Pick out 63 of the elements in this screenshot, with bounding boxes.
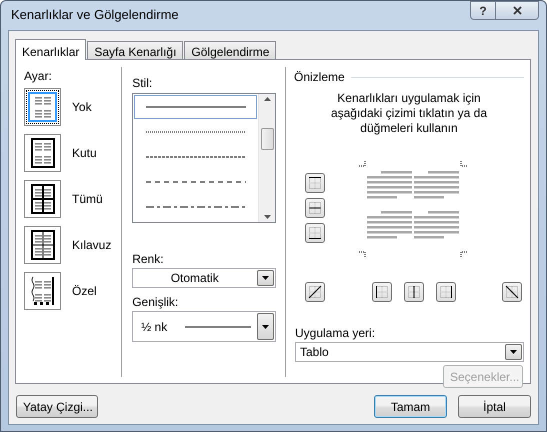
close-button[interactable]: [496, 1, 539, 20]
setting-name[interactable]: Yok: [72, 100, 92, 114]
setting-button[interactable]: [24, 88, 61, 126]
line-sample: [185, 326, 252, 328]
caret-icon: [262, 276, 270, 280]
custom-border-icon: [30, 276, 54, 306]
diagonal-down-border-icon: [505, 285, 519, 299]
window-title: Kenarlıklar ve Gölgelendirme: [11, 7, 179, 22]
setting-name[interactable]: Kılavuz: [72, 238, 112, 252]
setting-button[interactable]: [24, 272, 61, 310]
horizontal-line-button[interactable]: Yatay Çizgi...: [16, 395, 98, 418]
left-border-icon: [374, 285, 388, 299]
instruction-text: Kenarlıkları uygulamak için aşağıdaki çizimi tıklatın ya da düğmeleri kullanın: [330, 91, 488, 136]
box-border-icon: [30, 138, 54, 168]
border-button[interactable]: [436, 282, 456, 302]
color-value: Otomatik: [170, 271, 220, 285]
grid-border-icon: [30, 230, 54, 260]
setting-label: Ayar:: [24, 69, 53, 83]
width-value: ½ nk: [141, 320, 168, 334]
line-style-list[interactable]: [132, 93, 276, 223]
dropdown-field[interactable]: Otomatik: [132, 268, 276, 288]
help-button[interactable]: ?: [470, 1, 496, 20]
border-button[interactable]: [502, 282, 522, 302]
arrow-down-icon[interactable]: [264, 215, 271, 219]
arrow-up-icon[interactable]: [264, 97, 271, 101]
style-label: Stil:: [132, 76, 154, 90]
caret-icon: [262, 324, 270, 328]
border-button[interactable]: [305, 173, 325, 193]
border-button[interactable]: [305, 198, 325, 218]
dropdown-field[interactable]: Tablo: [295, 342, 524, 362]
setting-name[interactable]: Özel: [72, 284, 97, 298]
diagonal-up-border-icon: [308, 285, 322, 299]
preview-title: Önizleme: [294, 70, 345, 84]
width-label: Genişlik:: [132, 295, 180, 309]
inside-vertical-border-icon: [406, 285, 420, 299]
right-border-icon: [438, 285, 452, 299]
setting-button[interactable]: [24, 226, 61, 264]
scroll-thumb[interactable]: [260, 128, 274, 150]
setting-name[interactable]: Kutu: [72, 146, 97, 160]
border-button[interactable]: [404, 282, 424, 302]
bottom-border-icon: [308, 226, 322, 240]
line-style-item[interactable]: [134, 95, 258, 119]
color-label: Renk:: [132, 252, 165, 266]
close-icon: [512, 6, 522, 15]
border-button[interactable]: [305, 282, 325, 302]
tab[interactable]: Kenarlıklar: [15, 39, 86, 60]
setting-button[interactable]: [24, 134, 61, 172]
apply-to-value: Tablo: [300, 345, 329, 359]
dropdown-field[interactable]: ½ nk: [132, 311, 276, 342]
tab[interactable]: Sayfa Kenarlığı: [87, 41, 184, 59]
tab[interactable]: Gölgelendirme: [184, 41, 276, 59]
border-button[interactable]: [372, 282, 392, 302]
inside-horizontal-border-icon: [308, 201, 322, 215]
top-border-icon: [308, 176, 322, 190]
all-borders-icon: [30, 184, 54, 214]
ok-button[interactable]: Tamam: [374, 395, 447, 418]
cancel-button[interactable]: İptal: [458, 395, 531, 418]
border-button[interactable]: [305, 223, 325, 243]
setting-name[interactable]: Tümü: [72, 192, 103, 206]
setting-button[interactable]: [24, 180, 61, 218]
apply-to-label: Uygulama yeri:: [295, 326, 376, 340]
caret-icon: [510, 350, 517, 354]
scrollbar[interactable]: [258, 94, 276, 222]
